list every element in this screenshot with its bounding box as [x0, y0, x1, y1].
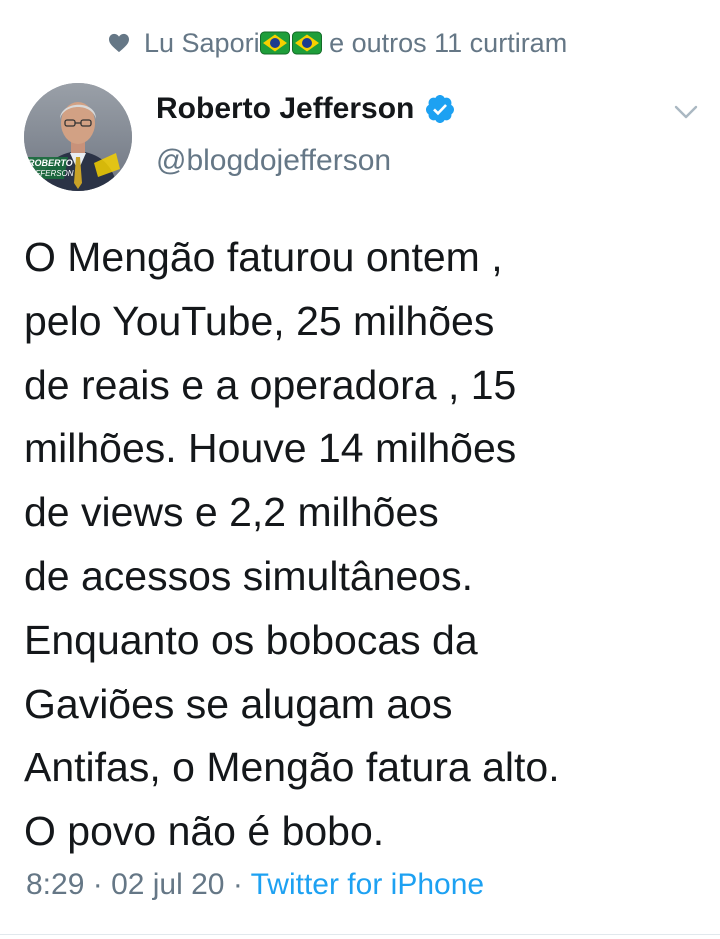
tweet-text-line: O povo não é bobo.: [24, 808, 385, 855]
tweet-text-line: de reais e a operadora , 15: [24, 361, 517, 408]
author-name[interactable]: Roberto Jefferson: [156, 92, 414, 126]
context-suffix: e outros 11 curtiram: [321, 27, 568, 58]
avatar-caption-1: ROBERTO: [28, 158, 73, 168]
tweet[interactable]: Lu Sapori e outros 11 curtiram ROBERTO J…: [0, 0, 720, 939]
author-name-row[interactable]: Roberto Jefferson: [156, 92, 456, 126]
tweet-text-line: de views e 2,2 milhões: [24, 489, 439, 536]
tweet-text-line: Enquanto os bobocas da: [24, 616, 478, 663]
brazil-flag-icon: [291, 31, 322, 55]
tweet-source-link[interactable]: Twitter for iPhone: [251, 868, 484, 901]
social-context[interactable]: Lu Sapori e outros 11 curtiram: [108, 24, 567, 62]
tweet-date[interactable]: 02 jul 20: [111, 868, 224, 901]
divider: [0, 934, 720, 935]
tweet-meta: 8:29 · 02 jul 20 · Twitter for iPhone: [26, 868, 484, 902]
liker-name[interactable]: Lu Sapori: [144, 28, 260, 59]
avatar-image: ROBERTO JEFFERSON: [24, 83, 132, 191]
tweet-text: O Mengão faturou ontem , pelo YouTube, 2…: [24, 226, 714, 864]
tweet-text-line: Gaviões se alugam aos: [24, 680, 453, 727]
tweet-text-line: O Mengão faturou ontem ,: [24, 234, 503, 280]
meta-separator: ·: [224, 868, 251, 901]
chevron-down-icon[interactable]: [672, 102, 700, 122]
tweet-text-line: pelo YouTube, 25 milhões: [24, 297, 495, 344]
meta-separator: ·: [84, 868, 112, 901]
author-handle[interactable]: @blogdojefferson: [156, 144, 391, 178]
heart-icon: [109, 33, 129, 53]
brazil-flag-icon: [259, 31, 290, 55]
verified-badge-icon: [426, 95, 455, 123]
tweet-time[interactable]: 8:29: [26, 868, 84, 901]
avatar-caption-2: JEFFERSON: [25, 169, 74, 178]
tweet-text-line: Antifas, o Mengão fatura alto.: [24, 744, 560, 791]
tweet-text-line: milhões. Houve 14 milhões: [24, 425, 517, 472]
tweet-text-line: de acessos simultâneos.: [24, 552, 473, 599]
avatar[interactable]: ROBERTO JEFFERSON: [24, 83, 132, 191]
